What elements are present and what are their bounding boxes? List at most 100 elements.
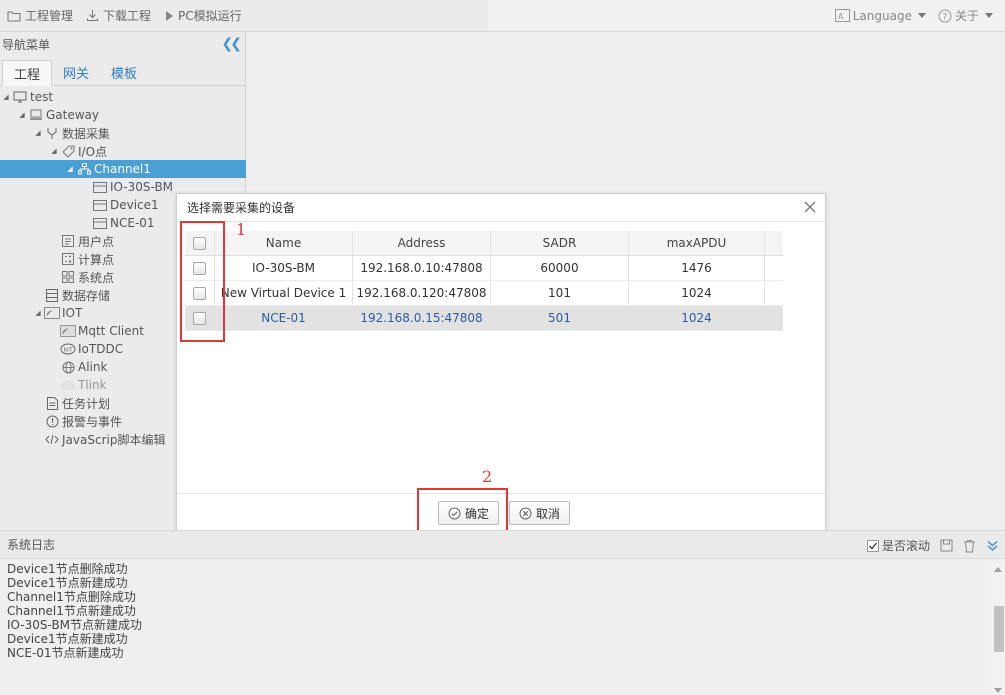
tree-item-label: 报警与事件 [62, 414, 123, 429]
tag-icon [60, 144, 76, 158]
device-name-cell: IO-30S-BM [215, 256, 353, 280]
branch-icon [44, 126, 60, 140]
language-dropdown[interactable]: A Language [834, 8, 926, 23]
tab-project[interactable]: 工程 [2, 60, 53, 86]
tree-item-label: Gateway [46, 108, 100, 122]
tree-item-label: NCE-01 [110, 216, 155, 230]
expand-toggle-icon[interactable]: ◢ [50, 147, 58, 155]
table-row[interactable]: New Virtual Device 1 192.168.0.120:47808… [185, 281, 783, 306]
device-sadr-cell: 60000 [491, 256, 629, 280]
globe-icon [60, 360, 76, 374]
log-tools: 是否滚动 [857, 537, 999, 554]
document-icon [44, 396, 60, 410]
cloud-icon [60, 378, 76, 392]
log-line: Device1节点新建成功 [7, 632, 128, 646]
device-icon [92, 180, 108, 194]
language-label: Language [852, 8, 912, 23]
device-sadr-cell: 101 [491, 281, 629, 305]
trash-icon[interactable] [963, 539, 976, 553]
tree-item[interactable]: ◢ I/O点 [0, 142, 246, 160]
pc-simulate-button[interactable]: PC模拟运行 [164, 7, 242, 24]
sidebar-tabs: 工程 网关 模板 [0, 56, 245, 86]
device-address-cell: 192.168.0.15:47808 [353, 306, 491, 330]
chevron-down-icon [985, 13, 993, 18]
tree-item-label: 数据采集 [62, 126, 111, 141]
dialog-header: 选择需要采集的设备 [177, 194, 825, 222]
tab-template[interactable]: 模板 [100, 59, 148, 85]
expand-toggle-icon[interactable]: ◢ [34, 129, 42, 137]
log-lines: Device1节点删除成功 Device1节点新建成功 Channel1节点删除成功… [0, 559, 1005, 663]
column-header-sadr[interactable]: SADR [491, 231, 629, 255]
scrollbar-thumb[interactable] [994, 606, 1004, 652]
cancel-circle-icon [519, 507, 532, 519]
cancel-label: 取消 [536, 506, 561, 521]
gateway-icon [28, 108, 44, 122]
tree-item-label: 系统点 [78, 270, 115, 285]
expand-toggle-icon[interactable]: ◢ [34, 309, 42, 317]
expand-toggle-icon[interactable]: ◢ [66, 165, 74, 173]
device-sadr-cell: 501 [491, 306, 629, 330]
log-title: 系统日志 [7, 538, 56, 552]
network-icon [76, 162, 92, 176]
tree-item-label: IOT [62, 306, 83, 320]
download-icon [87, 10, 99, 21]
tree-item[interactable]: ◢ test [0, 88, 246, 106]
iotddc-icon: IoT [60, 342, 76, 356]
log-line: Channel1节点删除成功 [7, 590, 136, 604]
log-line: Channel1节点新建成功 [7, 604, 136, 618]
table-row[interactable]: NCE-01 192.168.0.15:47808 501 1024 [185, 306, 783, 331]
scroll-down-icon[interactable] [994, 688, 1002, 693]
device-icon [92, 198, 108, 212]
svg-text:?: ? [942, 12, 947, 22]
svg-text:A: A [838, 12, 844, 21]
double-chevron-down-icon[interactable] [986, 539, 999, 552]
tree-item[interactable]: ◢ 数据采集 [0, 124, 246, 142]
dialog-title: 选择需要采集的设备 [187, 201, 296, 215]
about-dropdown[interactable]: ? 关于 [938, 7, 993, 24]
project-manage-button[interactable]: 工程管理 [7, 7, 73, 24]
tree-item[interactable]: ◢ Channel1 [0, 160, 246, 178]
iot-icon [44, 306, 60, 320]
calc-icon [60, 252, 76, 266]
expand-toggle-icon[interactable]: ◢ [2, 93, 10, 101]
scroll-up-icon[interactable] [994, 567, 1002, 572]
help-icon: ? [938, 9, 952, 22]
save-icon[interactable] [940, 539, 953, 552]
log-header: 系统日志 是否滚动 [0, 531, 1005, 559]
language-icon: A [834, 9, 850, 22]
tree-item-label: Channel1 [94, 162, 151, 176]
device-address-cell: 192.168.0.10:47808 [353, 256, 491, 280]
tree-item-label: Alink [78, 360, 108, 374]
device-name-cell: New Virtual Device 1 [215, 281, 353, 305]
tab-gateway[interactable]: 网关 [52, 59, 100, 85]
tree-item-label: 任务计划 [62, 396, 111, 411]
collapse-sidebar-icon[interactable]: ❮❮ [222, 36, 243, 52]
column-header-address[interactable]: Address [353, 231, 491, 255]
device-maxapdu-cell: 1476 [629, 256, 765, 280]
project-manage-label: 工程管理 [25, 9, 74, 23]
svg-text:IoT: IoT [64, 347, 73, 354]
autoscroll-toggle[interactable]: 是否滚动 [866, 537, 930, 554]
device-name-cell: NCE-01 [215, 306, 353, 330]
play-icon [166, 10, 174, 21]
sidebar-header: 导航菜单 ❮❮ [0, 32, 245, 56]
close-icon[interactable] [803, 200, 817, 214]
tree-item-label: IoTDDC [78, 342, 124, 356]
download-project-button[interactable]: 下载工程 [86, 7, 151, 24]
grid-header: Name Address SADR maxAPDU [185, 231, 783, 256]
tree-item-label: Device1 [110, 198, 159, 212]
alert-icon [44, 414, 60, 428]
log-scrollbar[interactable] [991, 561, 1005, 695]
column-header-maxapdu[interactable]: maxAPDU [629, 231, 765, 255]
pc-simulate-label: PC模拟运行 [178, 9, 242, 23]
expand-toggle-icon[interactable]: ◢ [18, 111, 26, 119]
table-row[interactable]: IO-30S-BM 192.168.0.10:47808 60000 1476 [185, 256, 783, 281]
autoscroll-checkbox[interactable] [866, 539, 879, 552]
toolbar-left: 工程管理 下载工程 PC模拟运行 [0, 0, 488, 31]
cancel-button[interactable]: 取消 [509, 501, 571, 525]
chevron-down-icon [917, 13, 926, 18]
tree-item[interactable]: ◢ Gateway [0, 106, 246, 124]
annotation-box-confirm [417, 488, 508, 534]
log-line: IO-30S-BM节点新建成功 [7, 618, 143, 632]
folder-icon [7, 11, 21, 21]
